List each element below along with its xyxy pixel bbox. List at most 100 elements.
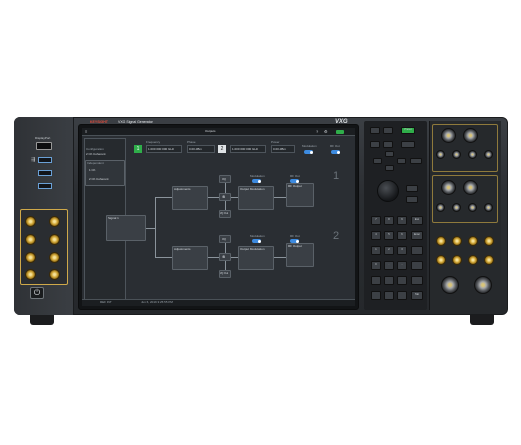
iq-out-label-2: I/Q Out	[220, 272, 229, 275]
key[interactable]	[406, 196, 418, 203]
iq-connector[interactable]	[49, 216, 60, 227]
ch2-output-badge[interactable]: 2	[218, 145, 226, 153]
key[interactable]	[383, 127, 393, 134]
key[interactable]	[370, 141, 380, 148]
numeric-key-label: 3	[401, 248, 403, 251]
numeric-key-label: 0	[375, 263, 377, 266]
rf-out-toggle-1[interactable]	[290, 179, 299, 183]
aux-connector[interactable]	[452, 150, 461, 159]
rf-output-connector[interactable]	[474, 276, 492, 294]
ch2-frequency-value: 1.000 000 000 GHz	[232, 147, 259, 151]
gold-connector[interactable]	[484, 236, 494, 246]
aux-connector[interactable]	[452, 203, 461, 212]
key[interactable]	[371, 291, 381, 300]
key[interactable]	[406, 185, 418, 192]
numeric-key-label: 9	[401, 218, 403, 221]
key[interactable]	[384, 291, 394, 300]
status-date: Jun 6, 2019 3:25:55 PM	[141, 300, 173, 304]
side-key[interactable]	[411, 246, 423, 255]
displayport-port[interactable]	[36, 142, 52, 150]
output-modulation-label-1: Output Modulation	[240, 187, 265, 191]
gold-connector[interactable]	[468, 255, 478, 265]
usb-icon: ⇶	[31, 157, 36, 163]
ch1-frequency-label: Frequency	[146, 140, 161, 144]
ch1-output-badge[interactable]: 1	[134, 145, 142, 153]
ch1-frequency-value: 1.000 000 000 GHz	[148, 147, 175, 151]
numeric-key[interactable]	[384, 276, 394, 285]
rf-connector[interactable]	[463, 180, 478, 195]
rf-output-connector[interactable]	[441, 276, 459, 294]
rf-out-toggle[interactable]	[331, 150, 340, 154]
aux-connector[interactable]	[436, 150, 445, 159]
iq-connector[interactable]	[25, 252, 36, 263]
gold-connector[interactable]	[484, 255, 494, 265]
status-indicator	[336, 130, 344, 134]
arrow-up-button[interactable]	[385, 151, 394, 157]
iq-connector[interactable]	[25, 216, 36, 227]
gold-connector[interactable]	[452, 236, 462, 246]
key[interactable]	[410, 158, 422, 164]
modulation-toggle-2[interactable]	[252, 239, 261, 243]
key[interactable]	[397, 291, 407, 300]
aux-connector[interactable]	[436, 203, 445, 212]
numeric-key-label: -	[401, 263, 403, 266]
channel-number-1: 1	[333, 170, 340, 182]
settings-icon[interactable]: ⚙	[324, 130, 328, 134]
key[interactable]	[370, 127, 380, 134]
side-key[interactable]	[411, 261, 423, 270]
iq-connector[interactable]	[49, 252, 60, 263]
usb-port[interactable]	[38, 170, 52, 176]
numeric-key-label: 2	[388, 248, 390, 251]
side-key[interactable]	[411, 276, 423, 285]
displayport-label: DisplayPort	[35, 136, 51, 140]
ch1-rf-out-label: RF Out	[330, 144, 340, 148]
rf-connector[interactable]	[463, 128, 478, 143]
aux-connector[interactable]	[484, 150, 493, 159]
config-value[interactable]: 2 Ch Coherent	[86, 153, 106, 156]
left-foot	[30, 314, 54, 325]
numeric-key[interactable]	[371, 276, 381, 285]
modulation-toggle-1[interactable]	[252, 179, 261, 183]
ch1-phase-label: Phase	[187, 140, 196, 144]
screen-status-bar	[82, 299, 355, 306]
numeric-key[interactable]	[397, 276, 407, 285]
iq-connector[interactable]	[49, 234, 60, 245]
aux-connector[interactable]	[468, 203, 477, 212]
esc-key-label: Esc	[414, 218, 420, 221]
gold-connector[interactable]	[436, 236, 446, 246]
screen-toolbar	[82, 128, 355, 136]
key[interactable]	[383, 141, 393, 148]
iq-connector[interactable]	[25, 269, 36, 280]
numeric-key-label: 4	[375, 233, 377, 236]
modulation-toggle[interactable]	[304, 150, 313, 154]
rf-connector[interactable]	[441, 128, 456, 143]
gold-connector[interactable]	[452, 255, 462, 265]
arrow-right-button[interactable]	[397, 158, 406, 164]
key[interactable]	[401, 141, 415, 148]
arrow-left-button[interactable]	[373, 158, 382, 164]
aux-connector[interactable]	[484, 203, 493, 212]
help-icon[interactable]: ?	[316, 130, 318, 134]
menu-icon[interactable]: ≡	[85, 130, 87, 134]
usb-port[interactable]	[38, 183, 52, 189]
diagram-line	[274, 257, 286, 258]
rf-out-toggle-2[interactable]	[290, 239, 299, 243]
numeric-key-label: .	[388, 263, 390, 266]
rotary-knob[interactable]	[377, 180, 399, 202]
iq-out-label-1: I/Q Out	[220, 212, 229, 215]
config-option-a[interactable]: 1 Ch	[89, 169, 95, 172]
iq-connector[interactable]	[25, 234, 36, 245]
diagram-line	[145, 228, 155, 229]
enter-key-label: Enter	[414, 233, 420, 236]
config-option-b[interactable]: 2 Ch Coherent	[89, 178, 109, 181]
gold-connector[interactable]	[436, 255, 446, 265]
usb-port[interactable]	[38, 157, 52, 163]
aux-connector[interactable]	[468, 150, 477, 159]
iq-connector[interactable]	[49, 269, 60, 280]
status-left: REF INT	[100, 300, 112, 304]
rf-connector[interactable]	[441, 180, 456, 195]
toolbar-section: Outputs	[205, 129, 216, 133]
arrow-down-button[interactable]	[385, 165, 394, 171]
rf-out-label-2: RF Out	[290, 234, 300, 238]
gold-connector[interactable]	[468, 236, 478, 246]
